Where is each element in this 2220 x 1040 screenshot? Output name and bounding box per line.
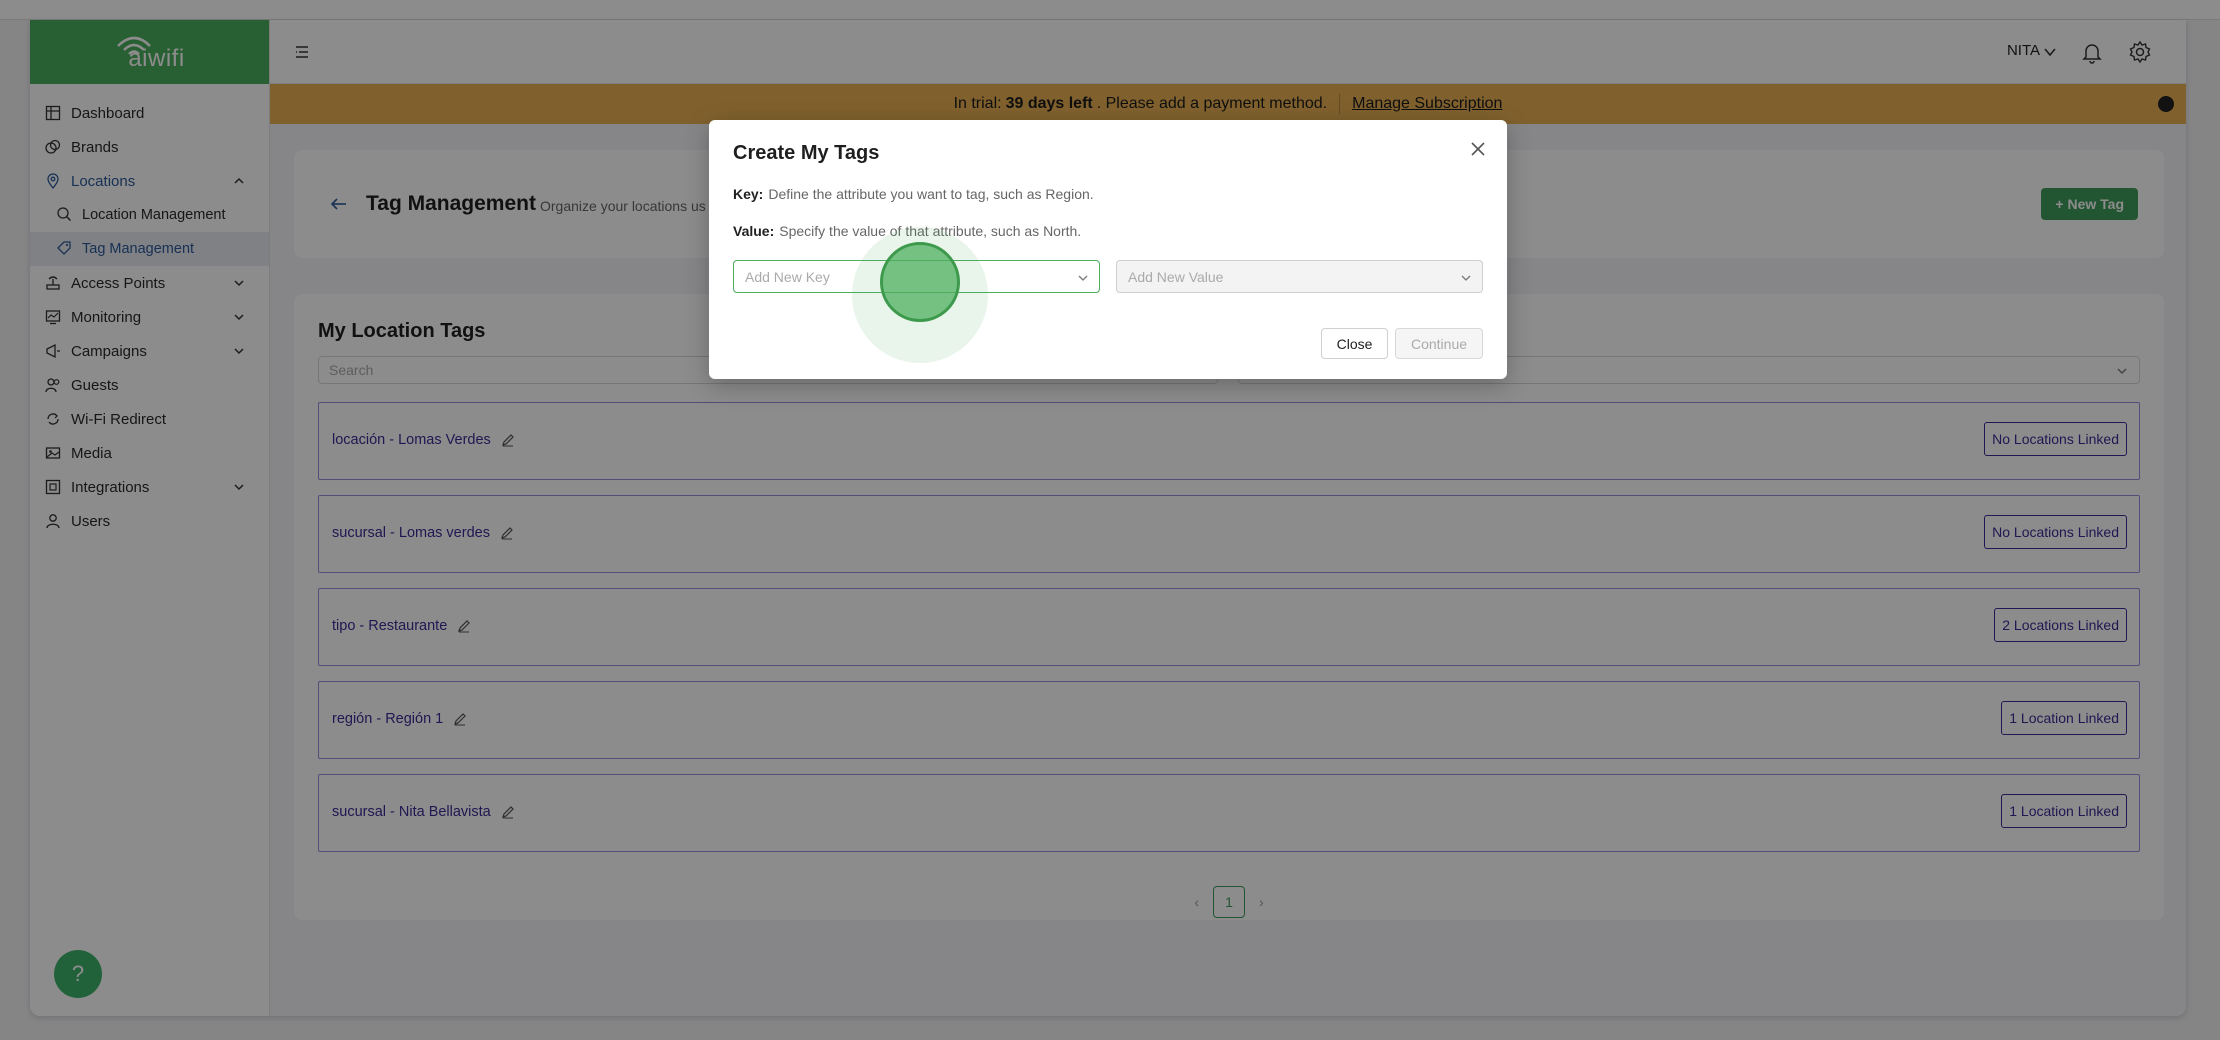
key-help-line: Key: Define the attribute you want to tag… bbox=[733, 186, 1094, 202]
key-select-placeholder: Add New Key bbox=[745, 268, 830, 285]
value-select[interactable]: Add New Value bbox=[1116, 260, 1483, 293]
create-tags-modal: Create My Tags Key: Define the attribute … bbox=[709, 120, 1507, 379]
key-label: Key: bbox=[733, 186, 764, 202]
chevron-down-icon bbox=[1461, 275, 1471, 281]
continue-button[interactable]: Continue bbox=[1395, 328, 1483, 359]
click-indicator bbox=[880, 242, 960, 322]
value-label: Value: bbox=[733, 223, 775, 239]
close-button[interactable]: Close bbox=[1321, 328, 1388, 359]
value-select-placeholder: Add New Value bbox=[1128, 268, 1224, 285]
key-description: Define the attribute you want to tag, su… bbox=[768, 186, 1094, 202]
modal-title: Create My Tags bbox=[733, 142, 880, 164]
chevron-down-icon bbox=[1078, 275, 1088, 281]
close-icon[interactable] bbox=[1469, 140, 1487, 158]
